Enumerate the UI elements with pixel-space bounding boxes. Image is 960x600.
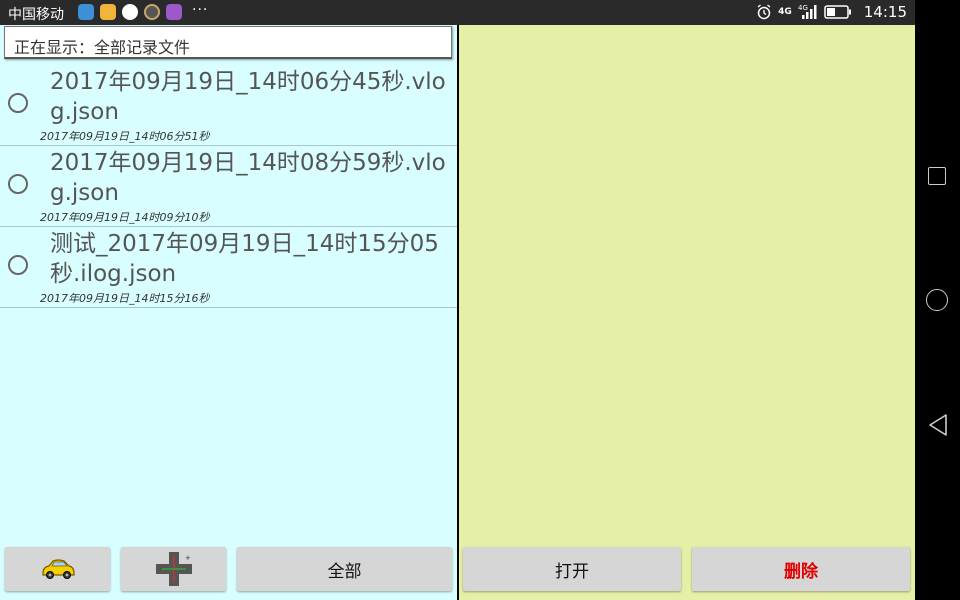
- file-list-panel: 正在显示：全部记录文件 2017年09月19日_14时06分45秒.vlog.j…: [0, 25, 457, 600]
- list-item[interactable]: 2017年09月19日_14时06分45秒.vlog.json 2017年09月…: [0, 65, 457, 146]
- svg-text:4G: 4G: [798, 4, 808, 12]
- file-timestamp: 2017年09月19日_14时09分10秒: [40, 211, 210, 224]
- radio-button[interactable]: [8, 93, 28, 113]
- intersection-mode-button[interactable]: +: [121, 547, 226, 591]
- list-item[interactable]: 测试_2017年09月19日_14时15分05秒.ilog.json 2017年…: [0, 227, 457, 308]
- home-icon[interactable]: [926, 289, 948, 311]
- gallery-icon: [166, 4, 182, 20]
- list-item[interactable]: 2017年09月19日_14时08分59秒.vlog.json 2017年09月…: [0, 146, 457, 227]
- more-notifications-icon: ···: [192, 2, 209, 18]
- qq-icon: [122, 4, 138, 20]
- file-name: 测试_2017年09月19日_14时15分05秒.ilog.json: [50, 231, 439, 287]
- svg-text:+: +: [185, 554, 191, 562]
- open-button[interactable]: 打开: [463, 547, 681, 591]
- carrier-label: 中国移动: [8, 7, 64, 23]
- back-icon[interactable]: [927, 413, 949, 437]
- file-timestamp: 2017年09月19日_14时15分16秒: [40, 292, 210, 305]
- show-all-label: 全部: [327, 561, 362, 582]
- status-bar: 中国移动 ··· 4G 4G 14:15: [0, 0, 915, 25]
- camera-icon: [144, 4, 160, 20]
- radio-button[interactable]: [8, 255, 28, 275]
- open-label: 打开: [555, 561, 589, 582]
- car-icon: [41, 559, 75, 579]
- weibo-like-icon: [78, 4, 94, 20]
- weibo-icon: [100, 4, 116, 20]
- battery-icon: [824, 5, 851, 19]
- delete-button[interactable]: 删除: [692, 547, 910, 591]
- signal-icon: 4G: [798, 4, 817, 19]
- file-name: 2017年09月19日_14时08分59秒.vlog.json: [50, 150, 446, 206]
- car-mode-button[interactable]: [5, 547, 110, 591]
- intersection-icon: +: [155, 552, 192, 586]
- file-timestamp: 2017年09月19日_14时06分51秒: [40, 130, 210, 143]
- status-indicators: 4G 4G 14:15: [756, 3, 907, 21]
- radio-button[interactable]: [8, 174, 28, 194]
- preview-panel: [459, 25, 915, 600]
- filter-header: 正在显示：全部记录文件: [4, 26, 452, 59]
- alarm-icon: [757, 4, 771, 20]
- network-type-label: 4G: [778, 6, 792, 17]
- delete-label: 删除: [784, 561, 818, 582]
- filter-label: 正在显示：全部记录文件: [14, 38, 191, 57]
- show-all-button[interactable]: 全部: [237, 547, 452, 591]
- notification-icons: [78, 4, 182, 21]
- file-name: 2017年09月19日_14时06分45秒.vlog.json: [50, 69, 446, 125]
- clock: 14:15: [863, 3, 907, 21]
- recent-apps-icon[interactable]: [928, 167, 946, 185]
- file-list: 2017年09月19日_14时06分45秒.vlog.json 2017年09月…: [0, 65, 457, 308]
